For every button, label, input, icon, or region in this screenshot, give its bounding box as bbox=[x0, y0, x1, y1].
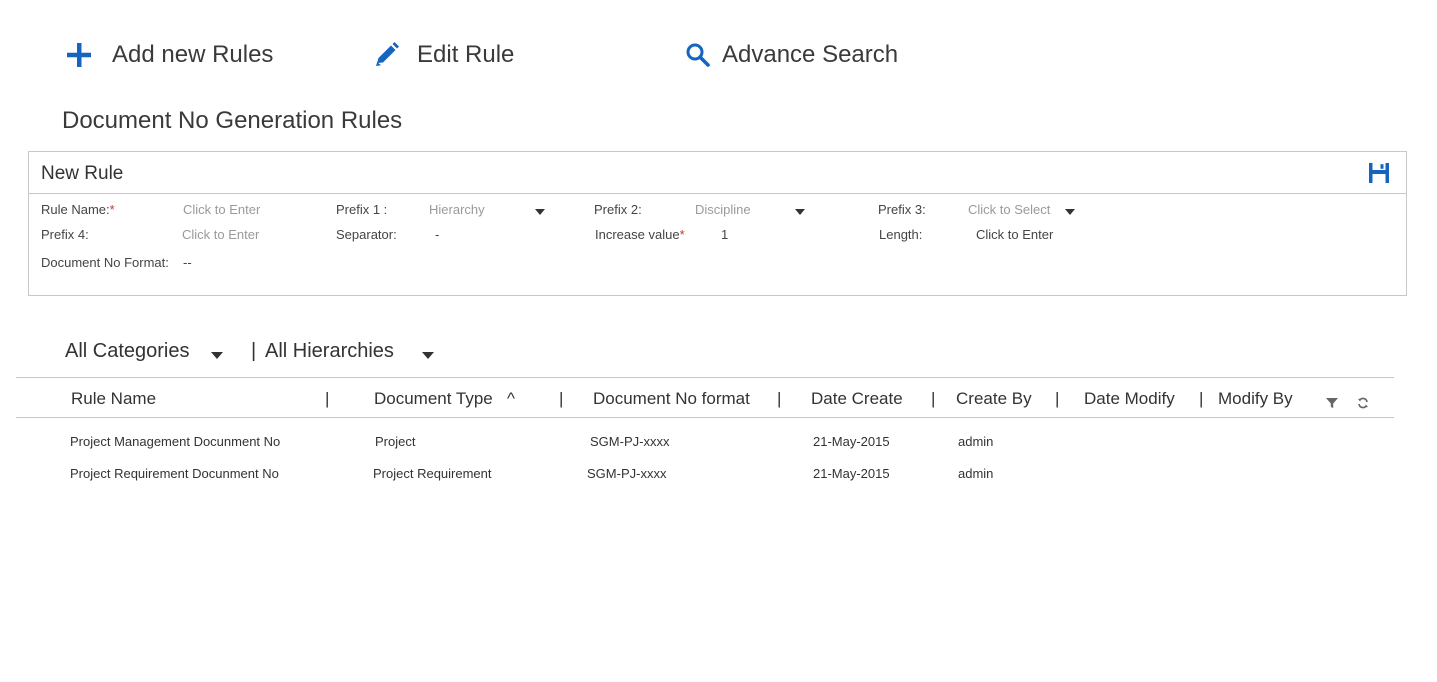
prefix2-select[interactable]: Discipline bbox=[695, 202, 751, 217]
doc-no-format-value: -- bbox=[183, 255, 192, 270]
column-header-rule-name[interactable]: Rule Name bbox=[71, 389, 156, 409]
column-header-date-create[interactable]: Date Create bbox=[811, 389, 903, 409]
table-row[interactable]: Project Management Docunment No Project … bbox=[16, 427, 1394, 457]
required-marker: * bbox=[679, 227, 685, 242]
page-title: Document No Generation Rules bbox=[62, 107, 403, 134]
column-header-date-modify[interactable]: Date Modify bbox=[1084, 389, 1175, 409]
separator-input[interactable]: - bbox=[435, 227, 439, 242]
advance-search-button[interactable]: Advance Search bbox=[684, 38, 898, 72]
length-label: Length: bbox=[879, 227, 923, 242]
prefix3-select[interactable]: Click to Select bbox=[968, 202, 1050, 217]
new-rule-header: New Rule bbox=[29, 152, 1406, 194]
plus-icon bbox=[65, 41, 93, 69]
categories-filter[interactable]: All Categories bbox=[65, 340, 190, 363]
cell-create-by: admin bbox=[958, 434, 994, 449]
table-top-divider bbox=[16, 377, 1394, 378]
rule-name-input[interactable]: Click to Enter bbox=[183, 202, 260, 217]
column-separator: | bbox=[325, 389, 330, 408]
prefix3-label: Prefix 3: bbox=[878, 202, 926, 217]
column-separator: | bbox=[1055, 389, 1060, 408]
refresh-icon[interactable] bbox=[1357, 396, 1369, 409]
table-row[interactable]: Project Requirement Docunment No Project… bbox=[16, 459, 1394, 489]
new-rule-panel: New Rule Rule Name:* Click to Enter Pref… bbox=[28, 151, 1407, 296]
column-separator: | bbox=[777, 389, 782, 408]
column-header-document-type[interactable]: Document Type bbox=[374, 389, 493, 409]
column-separator: | bbox=[1199, 389, 1204, 408]
filter-separator: | bbox=[251, 340, 257, 362]
prefix1-label: Prefix 1 : bbox=[336, 202, 388, 217]
cell-rule-name: Project Requirement Docunment No bbox=[70, 466, 279, 481]
prefix2-label: Prefix 2: bbox=[594, 202, 642, 217]
separator-label: Separator: bbox=[336, 227, 397, 242]
cell-document-type: Project bbox=[375, 434, 416, 449]
column-header-modify-by[interactable]: Modify By bbox=[1218, 389, 1293, 409]
filter-icon[interactable] bbox=[1325, 396, 1339, 408]
column-separator: | bbox=[931, 389, 936, 408]
save-icon[interactable] bbox=[1368, 162, 1390, 184]
cell-date-create: 21-May-2015 bbox=[813, 466, 890, 481]
increase-value-input[interactable]: 1 bbox=[721, 227, 728, 242]
add-new-rules-button[interactable]: Add new Rules bbox=[65, 38, 273, 72]
cell-create-by: admin bbox=[958, 466, 994, 481]
cell-document-type: Project Requirement bbox=[373, 466, 492, 481]
new-rule-title: New Rule bbox=[41, 163, 124, 184]
cell-doc-no-format: SGM-PJ-xxxx bbox=[590, 434, 670, 449]
sort-ascending-icon[interactable]: ^ bbox=[507, 389, 515, 409]
cell-doc-no-format: SGM-PJ-xxxx bbox=[587, 466, 667, 481]
add-new-rules-label: Add new Rules bbox=[112, 41, 274, 68]
advance-search-label: Advance Search bbox=[722, 41, 899, 68]
cell-rule-name: Project Management Docunment No bbox=[70, 434, 281, 449]
rule-name-label: Rule Name:* bbox=[41, 202, 115, 217]
prefix1-dropdown-icon[interactable] bbox=[535, 209, 545, 215]
prefix4-label: Prefix 4: bbox=[41, 227, 89, 242]
prefix1-select[interactable]: Hierarchy bbox=[429, 202, 485, 217]
doc-no-format-label: Document No Format: bbox=[41, 255, 169, 270]
required-marker: * bbox=[109, 202, 115, 217]
length-input[interactable]: Click to Enter bbox=[976, 227, 1053, 242]
edit-rule-button[interactable]: Edit Rule bbox=[373, 38, 514, 72]
column-header-create-by[interactable]: Create By bbox=[956, 389, 1032, 409]
pencil-icon bbox=[373, 41, 401, 69]
table-header-divider bbox=[16, 417, 1394, 418]
prefix3-dropdown-icon[interactable] bbox=[1065, 209, 1075, 215]
search-icon bbox=[684, 41, 712, 69]
hierarchies-dropdown-icon[interactable] bbox=[422, 352, 434, 359]
prefix4-input[interactable]: Click to Enter bbox=[182, 227, 259, 242]
cell-date-create: 21-May-2015 bbox=[813, 434, 890, 449]
hierarchies-filter[interactable]: All Hierarchies bbox=[265, 340, 394, 363]
prefix2-dropdown-icon[interactable] bbox=[795, 209, 805, 215]
increase-value-label: Increase value* bbox=[595, 227, 685, 242]
column-separator: | bbox=[559, 389, 564, 408]
edit-rule-label: Edit Rule bbox=[417, 41, 515, 68]
categories-dropdown-icon[interactable] bbox=[211, 352, 223, 359]
column-header-doc-no-format[interactable]: Document No format bbox=[593, 389, 750, 409]
